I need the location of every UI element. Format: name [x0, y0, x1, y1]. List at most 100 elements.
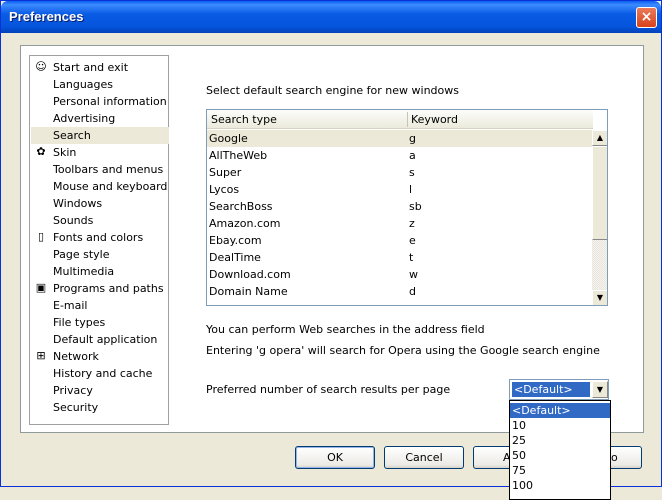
column-header-search-type[interactable]: Search type	[207, 110, 407, 129]
keyword-cell: d	[409, 285, 416, 298]
sidebar-item-label: Start and exit	[53, 61, 129, 74]
table-row[interactable]: Google g	[207, 130, 592, 147]
sidebar-item-label: Privacy	[53, 384, 93, 397]
table-row[interactable]: SearchBoss sb	[207, 198, 592, 215]
sidebar-item-label: Search	[53, 129, 91, 142]
address-search-note: You can perform Web searches in the addr…	[206, 323, 485, 336]
keyword-cell: e	[409, 234, 416, 247]
sidebar-item-mouse-and-keyboard[interactable]: Mouse and keyboard	[31, 178, 169, 195]
search-type-cell: Super	[209, 166, 242, 179]
sidebar-item-fonts-and-colors[interactable]: ▯ Fonts and colors	[31, 229, 169, 246]
search-type-cell: AllTheWeb	[209, 149, 268, 162]
sidebar-item-label: Fonts and colors	[53, 231, 144, 244]
sidebar-item-label: Security	[53, 401, 99, 414]
table-row[interactable]: Amazon.com z	[207, 215, 592, 232]
search-type-cell: Download.com	[209, 268, 291, 281]
table-row[interactable]: Download.com w	[207, 266, 592, 283]
help-button-label: o	[611, 451, 618, 464]
sidebar-item-security[interactable]: Security	[31, 399, 169, 416]
search-type-cell: DealTime	[209, 251, 261, 264]
sidebar-item-label: E-mail	[53, 299, 88, 312]
scroll-up-button[interactable]: ▲	[592, 130, 607, 146]
close-button[interactable]: ×	[636, 7, 657, 28]
dropdown-option[interactable]: 50	[510, 448, 610, 463]
results-per-page-select[interactable]: <Default> ▼	[509, 379, 609, 400]
sidebar-item-label: Page style	[53, 248, 110, 261]
results-per-page-options: <Default> 10 25 50 75 100	[509, 400, 611, 500]
ok-button[interactable]: OK	[295, 446, 375, 469]
scroll-thumb[interactable]	[592, 146, 607, 240]
sidebar-item-label: History and cache	[53, 367, 153, 380]
sidebar-item-label: Toolbars and menus	[53, 163, 164, 176]
table-row[interactable]: Super s	[207, 164, 592, 181]
sidebar-item-page-style[interactable]: Page style	[31, 246, 169, 263]
search-engine-intro: Select default search engine for new win…	[206, 84, 459, 97]
sidebar-item-label: File types	[53, 316, 106, 329]
sidebar-item-label: Mouse and keyboard	[53, 180, 168, 193]
preferences-window: Preferences × ☺ Start and exit Languages Pe…	[0, 0, 662, 500]
sidebar-item-personal-information[interactable]: Personal information	[31, 93, 169, 110]
sidebar-item-label: Default application	[53, 333, 158, 346]
keyword-cell: l	[409, 183, 413, 196]
dropdown-option[interactable]: 10	[510, 418, 610, 433]
sidebar-item-label: Sounds	[53, 214, 94, 227]
search-engine-list: Search type Keyword Google g AllTheWeb a Sup…	[206, 109, 608, 306]
sidebar-item-advertising[interactable]: Advertising	[31, 110, 169, 127]
search-type-cell: Google	[209, 132, 248, 145]
cancel-button[interactable]: Cancel	[384, 446, 464, 469]
keyword-cell: s	[409, 166, 415, 179]
list-row-partial[interactable]	[207, 300, 592, 305]
sidebar-item-label: Advertising	[53, 112, 116, 125]
scroll-down-button[interactable]: ▼	[592, 290, 607, 305]
column-header-keyword[interactable]: Keyword	[407, 110, 592, 129]
search-type-cell: Domain Name	[209, 285, 288, 298]
table-row[interactable]: Ebay.com e	[207, 232, 592, 249]
search-type-cell: Lycos	[209, 183, 240, 196]
sidebar-item-languages[interactable]: Languages	[31, 76, 169, 93]
title-bar[interactable]: Preferences ×	[1, 1, 661, 33]
sidebar-item-windows[interactable]: Windows	[31, 195, 169, 212]
table-row[interactable]: Lycos l	[207, 181, 592, 198]
sidebar-item-default-application[interactable]: Default application	[31, 331, 169, 348]
sidebar-item-skin[interactable]: ✿ Skin	[31, 144, 169, 161]
skin-icon: ✿	[36, 145, 46, 158]
list-header: Search type Keyword	[207, 110, 593, 129]
sidebar-item-toolbars-and-menus[interactable]: Toolbars and menus	[31, 161, 169, 178]
keyword-example-note: Entering 'g opera' will search for Opera…	[206, 344, 600, 357]
sidebar-item-label: Programs and paths	[53, 282, 164, 295]
keyword-cell: sb	[409, 200, 422, 213]
sidebar-item-multimedia[interactable]: Multimedia	[31, 263, 169, 280]
sidebar-item-label: Windows	[53, 197, 103, 210]
keyword-cell: a	[409, 149, 416, 162]
preferences-sidebar: ☺ Start and exit Languages Personal informa…	[29, 55, 169, 425]
dropdown-option[interactable]: 25	[510, 433, 610, 448]
sidebar-item-search[interactable]: Search	[31, 127, 169, 144]
sidebar-item-file-types[interactable]: File types	[31, 314, 169, 331]
sidebar-item-network[interactable]: ⊞ Network	[31, 348, 169, 365]
keyword-cell: t	[409, 251, 414, 264]
sidebar-item-privacy[interactable]: Privacy	[31, 382, 169, 399]
sidebar-item-programs-and-paths[interactable]: ▣ Programs and paths	[31, 280, 169, 297]
sidebar-item-label: Multimedia	[53, 265, 115, 278]
table-row[interactable]: Domain Name d	[207, 283, 592, 300]
up-arrow-icon: ▲	[596, 133, 604, 142]
window-title: Preferences	[9, 9, 84, 24]
dropdown-option[interactable]: <Default>	[510, 403, 610, 418]
sidebar-item-label: Skin	[53, 146, 77, 159]
results-per-page-value: <Default>	[512, 382, 590, 397]
search-type-cell: Ebay.com	[209, 234, 262, 247]
list-scrollbar[interactable]: ▲ ▼	[592, 130, 607, 305]
sidebar-item-label: Network	[53, 350, 99, 363]
sidebar-item-history-and-cache[interactable]: History and cache	[31, 365, 169, 382]
dropdown-option[interactable]: 100	[510, 478, 610, 493]
table-row[interactable]: DealTime t	[207, 249, 592, 266]
floppy-icon: ▣	[35, 281, 47, 294]
keyword-cell: w	[409, 268, 418, 281]
sidebar-item-start-and-exit[interactable]: ☺ Start and exit	[31, 59, 169, 76]
sidebar-item-sounds[interactable]: Sounds	[31, 212, 169, 229]
dropdown-option[interactable]: 75	[510, 463, 610, 478]
close-icon: ×	[640, 9, 653, 25]
dropdown-button[interactable]: ▼	[592, 381, 608, 398]
table-row[interactable]: AllTheWeb a	[207, 147, 592, 164]
sidebar-item-e-mail[interactable]: E-mail	[31, 297, 169, 314]
